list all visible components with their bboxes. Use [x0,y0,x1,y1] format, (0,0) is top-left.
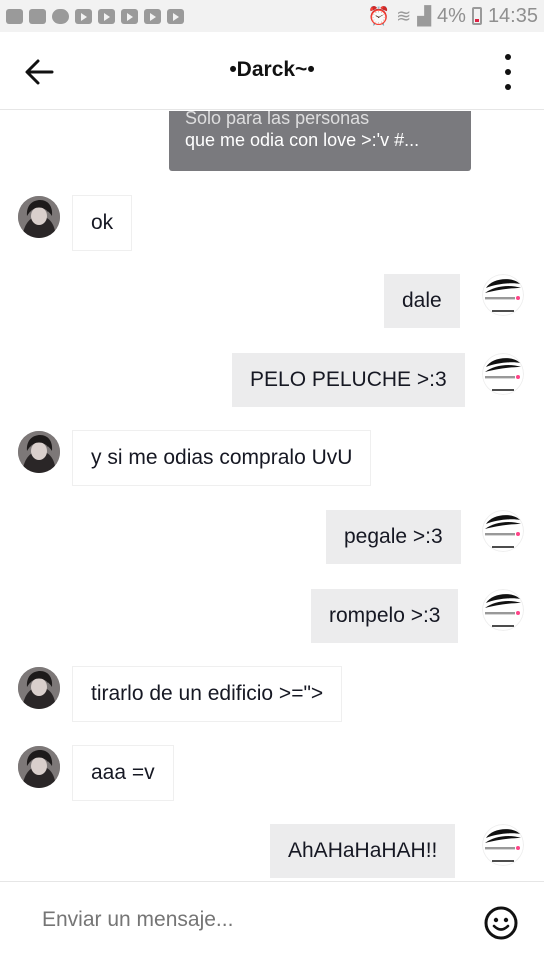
gallery-icon [29,8,46,24]
signal-icon: ▟ [417,5,432,26]
status-bar: ⏰ ≋ ▟ 4% 14:35 [0,0,544,32]
more-vertical-icon [505,54,511,60]
more-vertical-icon-dot [505,69,511,75]
youtube-icon [121,8,138,24]
own-avatar-image [482,824,524,866]
user-avatar-image [18,196,60,238]
clock: 14:35 [487,4,538,27]
avatar[interactable] [482,510,524,552]
message-input[interactable] [42,908,313,932]
avatar[interactable] [482,353,524,395]
message-bubble[interactable]: dale [384,274,460,328]
avatar[interactable] [482,589,524,631]
youtube-icon [98,8,115,24]
own-avatar-image [482,274,524,316]
own-avatar-image [482,589,524,631]
chat-header: •Darck~• [0,32,544,110]
shared-post-card[interactable]: Solo para las personas que me odia con l… [169,111,471,171]
user-avatar-image [18,746,60,788]
message-composer [0,881,544,960]
battery-icon [471,7,482,25]
avatar[interactable] [18,196,60,238]
message-bubble[interactable]: rompelo >:3 [311,589,459,643]
user-avatar-image [18,667,60,709]
notification-icons [6,8,184,24]
message-bubble[interactable]: tirarlo de un edificio >="> [73,667,342,721]
shared-post-text-line1: Solo para las personas [185,111,370,128]
more-options-button[interactable] [502,54,514,90]
alarm-icon: ⏰ [367,5,391,26]
avatar[interactable] [18,746,60,788]
message-bubble[interactable]: ok [73,196,132,250]
avatar[interactable] [482,824,524,866]
message-bubble[interactable]: AhAHaHaHAH!! [270,824,456,878]
youtube-icon [144,8,161,24]
more-vertical-icon-dot [505,84,511,90]
message-bubble[interactable]: aaa =v [73,746,173,800]
message-list[interactable]: Solo para las personas que me odia con l… [0,111,544,881]
avatar[interactable] [18,431,60,473]
message-bubble[interactable]: pegale >:3 [326,510,461,564]
user-avatar-image [18,431,60,473]
conversation-title[interactable]: •Darck~• [0,58,544,82]
avatar[interactable] [482,274,524,316]
message-icon [52,8,69,24]
youtube-icon [75,8,92,24]
emoji-icon [484,906,518,940]
message-bubble[interactable]: PELO PELUCHE >:3 [232,353,465,407]
youtube-icon [167,8,184,24]
own-avatar-image [482,510,524,552]
message-bubble[interactable]: y si me odias compralo UvU [73,431,371,485]
wifi-icon: ≋ [396,5,412,26]
notification-icon [6,8,23,24]
own-avatar-image [482,353,524,395]
emoji-button[interactable] [484,906,518,940]
shared-post-text-line2: que me odia con love >:'v #... [185,130,420,150]
avatar[interactable] [18,667,60,709]
battery-percent: 4% [437,4,466,27]
